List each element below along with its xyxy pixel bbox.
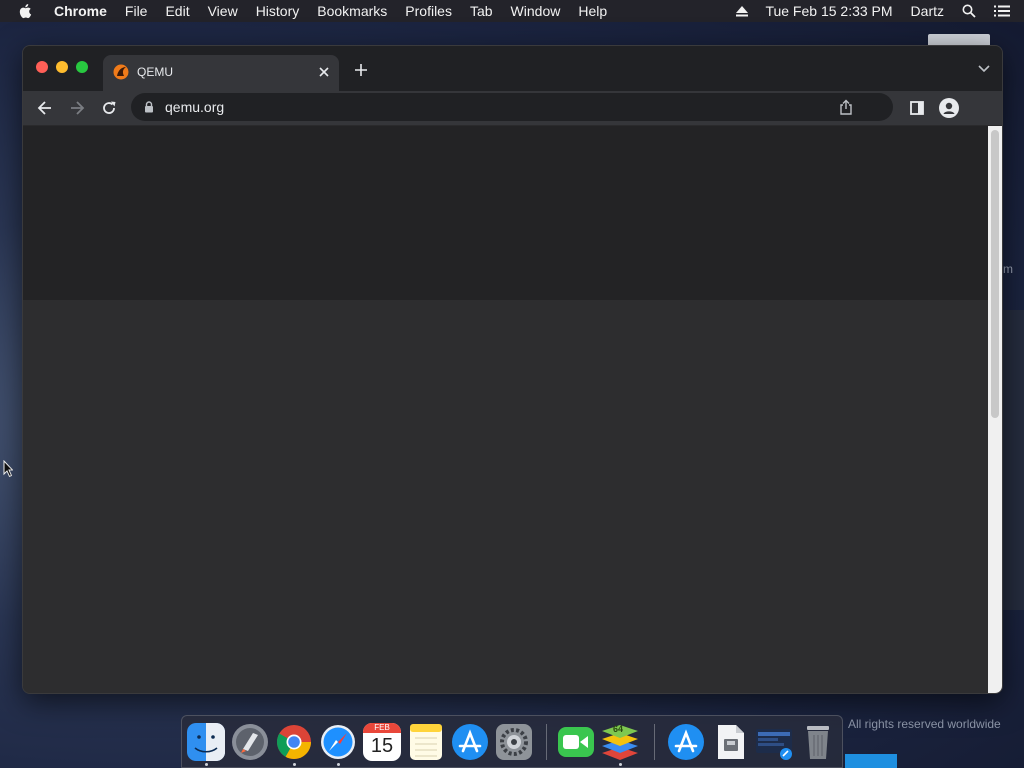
profile-avatar-icon[interactable] [939, 98, 959, 118]
notes-icon[interactable] [407, 723, 445, 761]
facetime-icon[interactable] [557, 723, 595, 761]
tab-qemu[interactable]: QEMU [103, 55, 339, 91]
spotlight-search-icon[interactable] [962, 4, 976, 18]
address-bar[interactable]: qemu.org [131, 93, 893, 121]
vertical-scrollbar[interactable] [988, 126, 1002, 693]
menu-tab[interactable]: Tab [470, 3, 493, 19]
tab-close-icon[interactable] [315, 63, 333, 81]
calendar-icon[interactable]: FEB 15 [363, 723, 401, 761]
background-footer-text: All rights reserved worldwide [848, 717, 1001, 731]
calendar-month: FEB [363, 723, 401, 733]
qemu-favicon-icon [113, 64, 129, 80]
tab-search-chevron-down-icon[interactable] [978, 64, 990, 74]
eject-icon[interactable] [735, 5, 749, 17]
dock-separator [546, 724, 547, 760]
chrome-icon[interactable] [275, 723, 313, 761]
stacked-app-label: 64 [613, 724, 624, 734]
window-maximize-button[interactable] [76, 61, 88, 73]
trash-icon[interactable] [799, 723, 837, 761]
scrollbar-thumb[interactable] [991, 130, 999, 418]
apple-menu-icon[interactable] [18, 3, 34, 19]
address-bar-url[interactable]: qemu.org [165, 99, 224, 115]
lock-icon[interactable] [144, 101, 154, 113]
menu-bookmarks[interactable]: Bookmarks [317, 3, 387, 19]
safari-icon[interactable] [319, 723, 357, 761]
forward-arrow-icon[interactable] [69, 100, 85, 116]
app-store-download-icon[interactable] [667, 723, 705, 761]
browser-toolbar: qemu.org [23, 91, 1002, 126]
desktop-partial-text: m [1003, 262, 1013, 276]
menu-view[interactable]: View [208, 3, 238, 19]
menu-help[interactable]: Help [578, 3, 607, 19]
file-icon[interactable] [711, 723, 749, 761]
finder-running-dot [205, 763, 208, 766]
menu-history[interactable]: History [256, 3, 300, 19]
calendar-day: 15 [370, 735, 394, 757]
new-tab-plus-icon[interactable] [353, 62, 369, 78]
menu-edit[interactable]: Edit [165, 3, 189, 19]
browser-window: QEMU qemu.org [22, 45, 1003, 694]
mouse-pointer-icon [3, 460, 13, 478]
page-content[interactable] [23, 126, 988, 693]
page-header-band [23, 126, 988, 300]
background-window-edge [1002, 310, 1024, 610]
tab-strip: QEMU [23, 46, 1002, 91]
finder-icon[interactable] [187, 723, 225, 761]
app-store-icon[interactable] [451, 723, 489, 761]
background-blue-button[interactable] [845, 754, 897, 768]
dock: FEB 15 64 [181, 715, 843, 768]
menu-bar: Chrome File Edit View History Bookmarks … [0, 0, 1024, 22]
stacked-app-running-dot [619, 763, 622, 766]
share-icon[interactable] [839, 99, 853, 115]
window-minimize-button[interactable] [56, 61, 68, 73]
control-center-list-icon[interactable] [994, 5, 1010, 17]
menu-app-name[interactable]: Chrome [54, 3, 107, 19]
dock-separator-2 [654, 724, 655, 760]
menu-bar-clock[interactable]: Tue Feb 15 2:33 PM [765, 3, 892, 19]
safari-running-dot [337, 763, 340, 766]
chrome-running-dot [293, 763, 296, 766]
back-arrow-icon[interactable] [37, 100, 53, 116]
screenshot-icon[interactable] [755, 723, 793, 761]
tab-title: QEMU [137, 65, 173, 79]
side-panel-icon[interactable] [909, 100, 925, 116]
menu-bar-status-area: Tue Feb 15 2:33 PM Dartz [717, 0, 1010, 22]
menu-bar-user[interactable]: Dartz [911, 3, 944, 19]
window-close-button[interactable] [36, 61, 48, 73]
menu-profiles[interactable]: Profiles [405, 3, 452, 19]
menu-window[interactable]: Window [511, 3, 561, 19]
system-preferences-icon[interactable] [495, 723, 533, 761]
reload-icon[interactable] [101, 100, 117, 116]
launchpad-icon[interactable] [231, 723, 269, 761]
menu-file[interactable]: File [125, 3, 148, 19]
